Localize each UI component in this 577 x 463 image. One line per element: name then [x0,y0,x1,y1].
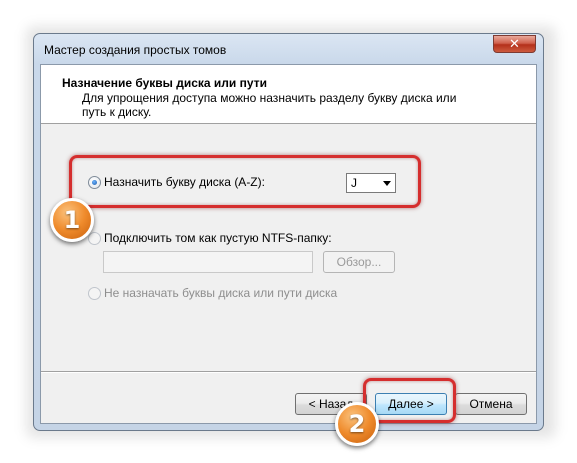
footer-divider [41,371,536,373]
page-title: Назначение буквы диска или пути [62,76,267,90]
mount-path-input[interactable] [103,251,313,273]
mount-folder-label[interactable]: Подключить том как пустую NTFS-папку: [104,231,332,245]
assign-letter-label[interactable]: Назначить букву диска (A-Z): [104,175,265,189]
no-letter-label[interactable]: Не назначать буквы диска или пути диска [104,286,337,300]
radio-selected-dot [92,180,97,185]
no-letter-radio[interactable] [88,287,101,300]
wizard-window: Мастер создания простых томов ✕ Назначен… [33,33,544,431]
assign-letter-radio[interactable] [88,176,101,189]
title-bar: Мастер создания простых томов ✕ [34,34,543,64]
drive-letter-select[interactable]: J [346,173,396,193]
window-title: Мастер создания простых томов [44,43,227,57]
wizard-header: Назначение буквы диска или пути Для упро… [41,65,536,124]
step-1-badge: 1 [50,198,94,242]
mount-folder-radio[interactable] [88,232,101,245]
browse-button[interactable]: Обзор... [323,251,395,273]
step-2-badge: 2 [335,402,379,446]
drive-letter-value: J [351,176,357,190]
cancel-button[interactable]: Отмена [455,393,527,415]
next-button[interactable]: Далее > [375,393,447,415]
close-button[interactable]: ✕ [493,35,536,53]
wizard-content: Назначение буквы диска или пути Для упро… [40,64,537,424]
page-description: Для упрощения доступа можно назначить ра… [82,91,457,119]
chevron-down-icon [383,181,391,186]
close-icon: ✕ [509,36,520,51]
